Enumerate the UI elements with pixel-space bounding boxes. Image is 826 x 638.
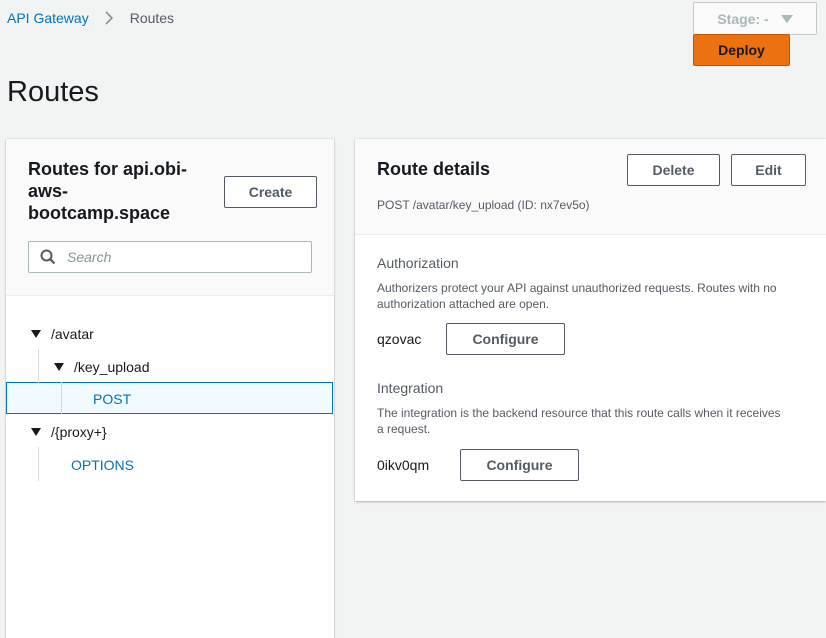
search-input[interactable] [67, 249, 297, 265]
configure-integration-button[interactable]: Configure [460, 449, 579, 481]
tree-guide-line [38, 447, 39, 481]
breadcrumb: API Gateway Routes [7, 9, 174, 27]
integration-description: The integration is the backend resource … [377, 406, 781, 436]
page-title: Routes [7, 76, 99, 108]
breadcrumb-current: Routes [129, 10, 175, 26]
routes-panel-header: Routes for api.obi- aws- bootcamp.space … [6, 139, 334, 296]
tree-guide-line [61, 382, 62, 414]
search-icon [40, 249, 56, 265]
routes-panel-title: Routes for api.obi- aws- bootcamp.space [28, 158, 214, 224]
route-details-panel: Route details Delete Edit POST /avatar/k… [355, 139, 826, 501]
tree-item-avatar[interactable]: /avatar [31, 321, 94, 347]
configure-authorization-button[interactable]: Configure [446, 323, 565, 355]
routes-panel-title-line: bootcamp.space [28, 203, 171, 223]
integration-heading: Integration [377, 380, 444, 396]
stage-select-label: Stage: - [717, 10, 769, 27]
method-label: OPTIONS [71, 457, 135, 473]
tree-item-label: /key_upload [74, 359, 150, 375]
edit-button[interactable]: Edit [731, 154, 806, 186]
tree-item-proxy[interactable]: /{proxy+} [31, 419, 107, 445]
caret-down-icon [780, 14, 793, 23]
tree-guide-line [38, 349, 39, 383]
deploy-button[interactable]: Deploy [693, 34, 790, 66]
breadcrumb-api-gateway-link[interactable]: API Gateway [7, 10, 89, 26]
tree-item-key-upload[interactable]: /key_upload [54, 354, 150, 380]
routes-panel-title-line: aws- [28, 181, 69, 201]
selected-route-highlight [6, 382, 333, 414]
integration-id: 0ikv0qm [377, 457, 430, 473]
tree-item-label: /avatar [51, 326, 94, 342]
search-box[interactable] [28, 241, 312, 273]
chevron-right-icon [104, 11, 114, 25]
route-details-title: Route details [377, 159, 491, 179]
delete-button[interactable]: Delete [627, 154, 720, 186]
authorizer-id: qzovac [377, 331, 422, 347]
method-label: POST [93, 391, 132, 407]
caret-down-icon [31, 428, 41, 436]
caret-down-icon [31, 330, 41, 338]
tree-item-label: /{proxy+} [51, 424, 107, 440]
authorization-description: Authorizers protect your API against una… [377, 281, 777, 311]
tree-item-post[interactable]: POST [93, 386, 131, 412]
routes-panel-title-line: Routes for api.obi- [28, 159, 187, 179]
routes-panel: Routes for api.obi- aws- bootcamp.space … [6, 139, 334, 638]
authorization-heading: Authorization [377, 255, 459, 271]
create-route-button[interactable]: Create [224, 176, 317, 208]
stage-select[interactable]: Stage: - [693, 2, 817, 35]
route-summary: POST /avatar/key_upload (ID: nx7ev5o) [377, 198, 590, 212]
caret-down-icon [54, 363, 64, 371]
tree-item-options[interactable]: OPTIONS [71, 452, 134, 478]
route-details-header: Route details Delete Edit POST /avatar/k… [355, 139, 826, 235]
